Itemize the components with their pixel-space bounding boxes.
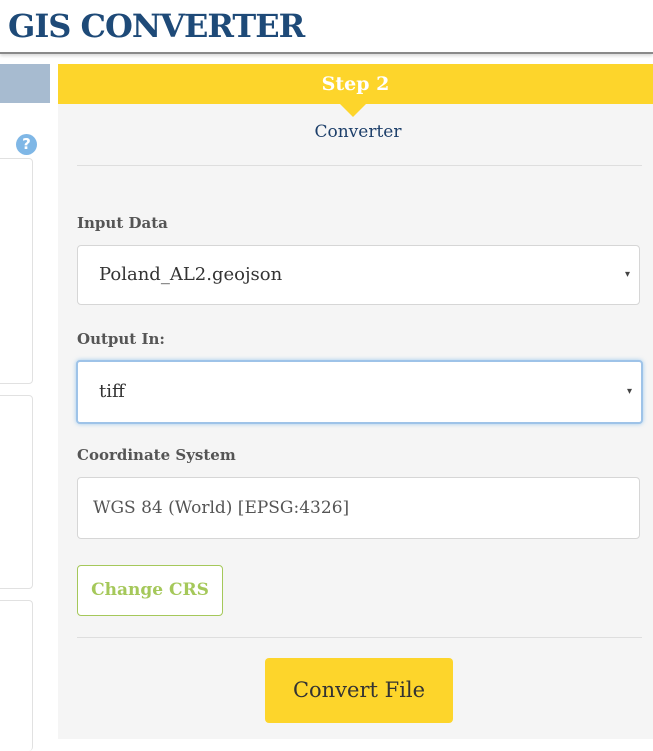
change-crs-button[interactable]: Change CRS — [77, 565, 223, 616]
step-label: Step 2 — [321, 73, 390, 95]
step-banner: Step 2 — [58, 64, 653, 104]
app-title: GIS CONVERTER — [8, 7, 305, 45]
left-card-2 — [0, 395, 33, 589]
left-card-3 — [0, 600, 33, 751]
help-icon[interactable]: ? — [16, 134, 37, 155]
step-subtitle: Converter — [314, 122, 402, 142]
left-panel: ? — [0, 64, 50, 751]
divider — [77, 165, 642, 166]
divider — [77, 637, 642, 638]
input-data-value: Poland_AL2.geojson — [99, 264, 283, 285]
coordinate-system-field[interactable]: WGS 84 (World) [EPSG:4326] — [77, 477, 640, 539]
coordinate-system-label: Coordinate System — [77, 446, 236, 464]
output-format-select[interactable]: tiff ▾ — [76, 360, 643, 424]
input-data-select[interactable]: Poland_AL2.geojson ▾ — [77, 245, 640, 305]
left-panel-tab[interactable] — [0, 64, 50, 103]
output-format-value: tiff — [99, 381, 125, 402]
converter-panel: Step 2 Converter Input Data Poland_AL2.g… — [58, 64, 653, 739]
caret-down-icon: ▾ — [624, 269, 630, 280]
caret-down-icon: ▾ — [626, 386, 632, 397]
app-header: GIS CONVERTER — [0, 0, 653, 54]
step-arrow-icon — [340, 104, 366, 117]
convert-file-button[interactable]: Convert File — [265, 658, 453, 723]
input-data-label: Input Data — [77, 214, 168, 232]
output-in-label: Output In: — [77, 330, 165, 348]
coordinate-system-value: WGS 84 (World) [EPSG:4326] — [93, 498, 350, 518]
left-card-1 — [0, 158, 33, 384]
